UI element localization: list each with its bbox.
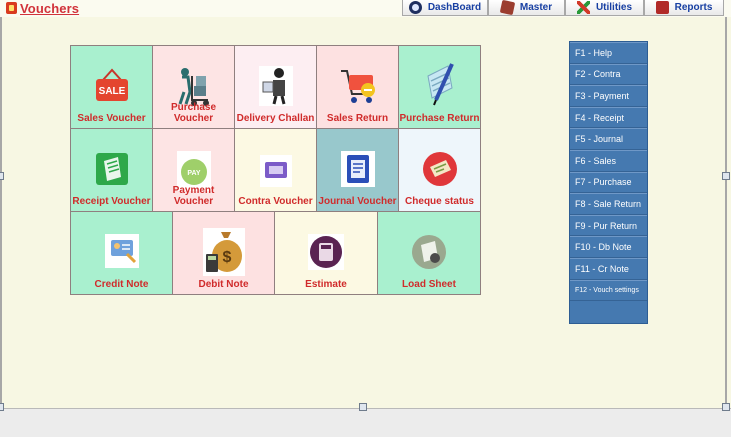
shortcut-f5-journal[interactable]: F5 - Journal: [570, 128, 647, 150]
window-title-text: Vouchers: [20, 0, 80, 16]
tab-reports-label: Reports: [674, 2, 713, 13]
shortcut-f8-sale-return[interactable]: F8 - Sale Return: [570, 193, 647, 215]
tab-dashboard[interactable]: DashBoard: [402, 0, 488, 16]
credit-card-doc-icon: [104, 234, 139, 268]
shortcut-f1-help[interactable]: F1 - Help: [570, 42, 647, 64]
delivery-person-icon: [258, 66, 293, 106]
reports-icon: [655, 1, 669, 14]
shortcut-f6-sales[interactable]: F6 - Sales: [570, 149, 647, 172]
tile-receipt-voucher[interactable]: Receipt Voucher: [70, 128, 153, 212]
tab-utilities[interactable]: Utilities: [565, 0, 644, 16]
contra-card-icon: [259, 155, 292, 187]
tile-contra-voucher-label: Contra Voucher: [238, 196, 313, 207]
shortcut-key-panel: F1 - Help F2 - Contra F3 - Payment F4 - …: [569, 41, 648, 324]
tile-estimate-label: Estimate: [305, 279, 347, 290]
utilities-icon: [576, 1, 590, 14]
tile-delivery-challan[interactable]: Delivery Challan: [234, 45, 317, 129]
tile-delivery-challan-label: Delivery Challan: [236, 113, 315, 124]
shortcut-f10-db-note[interactable]: F10 - Db Note: [570, 236, 647, 258]
tile-purchase-return[interactable]: Purchase Return: [398, 45, 481, 129]
tile-cheque-status[interactable]: Cheque status: [398, 128, 481, 212]
tile-payment-voucher[interactable]: PAY Payment Voucher: [152, 128, 235, 212]
tile-sales-return-label: Sales Return: [326, 113, 389, 124]
vouchers-app-icon: [6, 2, 17, 14]
tile-sales-voucher-label: Sales Voucher: [77, 113, 146, 124]
tile-load-sheet-label: Load Sheet: [402, 279, 456, 290]
tile-debit-note-label: Debit Note: [198, 279, 249, 290]
tile-journal-voucher[interactable]: Journal Voucher: [316, 128, 399, 212]
tile-contra-voucher[interactable]: Contra Voucher: [234, 128, 317, 212]
tile-purchase-voucher-label: Purchase Voucher: [170, 102, 217, 124]
resize-handle-bottom[interactable]: [359, 403, 367, 411]
tile-sales-voucher[interactable]: SALE Sales Voucher: [70, 45, 153, 129]
shortcut-f4-receipt[interactable]: F4 - Receipt: [570, 106, 647, 129]
journal-doc-icon: [340, 151, 375, 187]
status-bar: [0, 408, 731, 437]
tile-cheque-status-label: Cheque status: [405, 196, 474, 207]
tile-purchase-voucher[interactable]: Purchase Voucher: [152, 45, 235, 129]
tile-estimate[interactable]: Estimate: [274, 211, 378, 295]
receipt-pen-icon: [426, 63, 454, 106]
tile-credit-note[interactable]: Credit Note: [70, 211, 173, 295]
sale-icon-text: SALE: [98, 86, 125, 97]
tile-journal-voucher-label: Journal Voucher: [318, 196, 397, 207]
shortcut-f2-contra[interactable]: F2 - Contra: [570, 63, 647, 86]
tile-purchase-return-label: Purchase Return: [399, 113, 480, 124]
tab-master-label: Master: [519, 2, 553, 13]
resize-handle-left[interactable]: [0, 172, 4, 180]
tile-payment-voucher-label: Payment Voucher: [172, 185, 215, 207]
tile-credit-note-label: Credit Note: [94, 279, 149, 290]
dashboard-icon: [408, 1, 422, 14]
shortcut-f7-purchase[interactable]: F7 - Purchase: [570, 171, 647, 194]
resize-handle-bottom-left[interactable]: [0, 403, 4, 411]
tile-debit-note[interactable]: $ Debit Note: [172, 211, 275, 295]
tile-receipt-voucher-label: Receipt Voucher: [72, 196, 151, 207]
voucher-tile-grid: SALE Sales Voucher Purchase Voucher Deli…: [70, 45, 481, 295]
receipt-icon: [95, 153, 128, 185]
load-sheet-icon: [412, 235, 446, 269]
window-right-border: [725, 17, 727, 408]
master-icon: [499, 0, 516, 16]
tile-sales-return[interactable]: Sales Return: [316, 45, 399, 129]
tab-master[interactable]: Master: [488, 0, 565, 16]
shortcut-f12-vouch-settings[interactable]: F12 - Vouch settings: [570, 279, 647, 302]
top-nav-tabs: DashBoard Master Utilities Reports: [402, 0, 724, 16]
shortcut-f3-payment[interactable]: F3 - Payment: [570, 85, 647, 107]
tile-load-sheet[interactable]: Load Sheet: [377, 211, 481, 295]
tab-reports[interactable]: Reports: [644, 0, 724, 16]
resize-handle-right[interactable]: [722, 172, 730, 180]
resize-handle-bottom-right[interactable]: [722, 403, 730, 411]
vouchers-window: Vouchers DashBoard Master Utilities Repo…: [0, 0, 731, 437]
tab-utilities-label: Utilities: [595, 2, 633, 13]
sale-basket-icon: SALE: [95, 68, 128, 101]
money-bag-calculator-icon: $: [202, 228, 245, 276]
calculator-icon: [308, 234, 344, 270]
window-left-border: [0, 17, 2, 408]
window-title: Vouchers: [6, 0, 79, 16]
tab-dashboard-label: DashBoard: [427, 2, 482, 13]
pay-icon-text: PAY: [187, 170, 201, 177]
shortcut-f9-pur-return[interactable]: F9 - Pur Return: [570, 214, 647, 237]
cheque-icon: [422, 152, 457, 186]
shortcut-f11-cr-note[interactable]: F11 - Cr Note: [570, 257, 647, 280]
svg-text:$: $: [222, 249, 231, 266]
shopping-cart-icon: [340, 70, 375, 103]
